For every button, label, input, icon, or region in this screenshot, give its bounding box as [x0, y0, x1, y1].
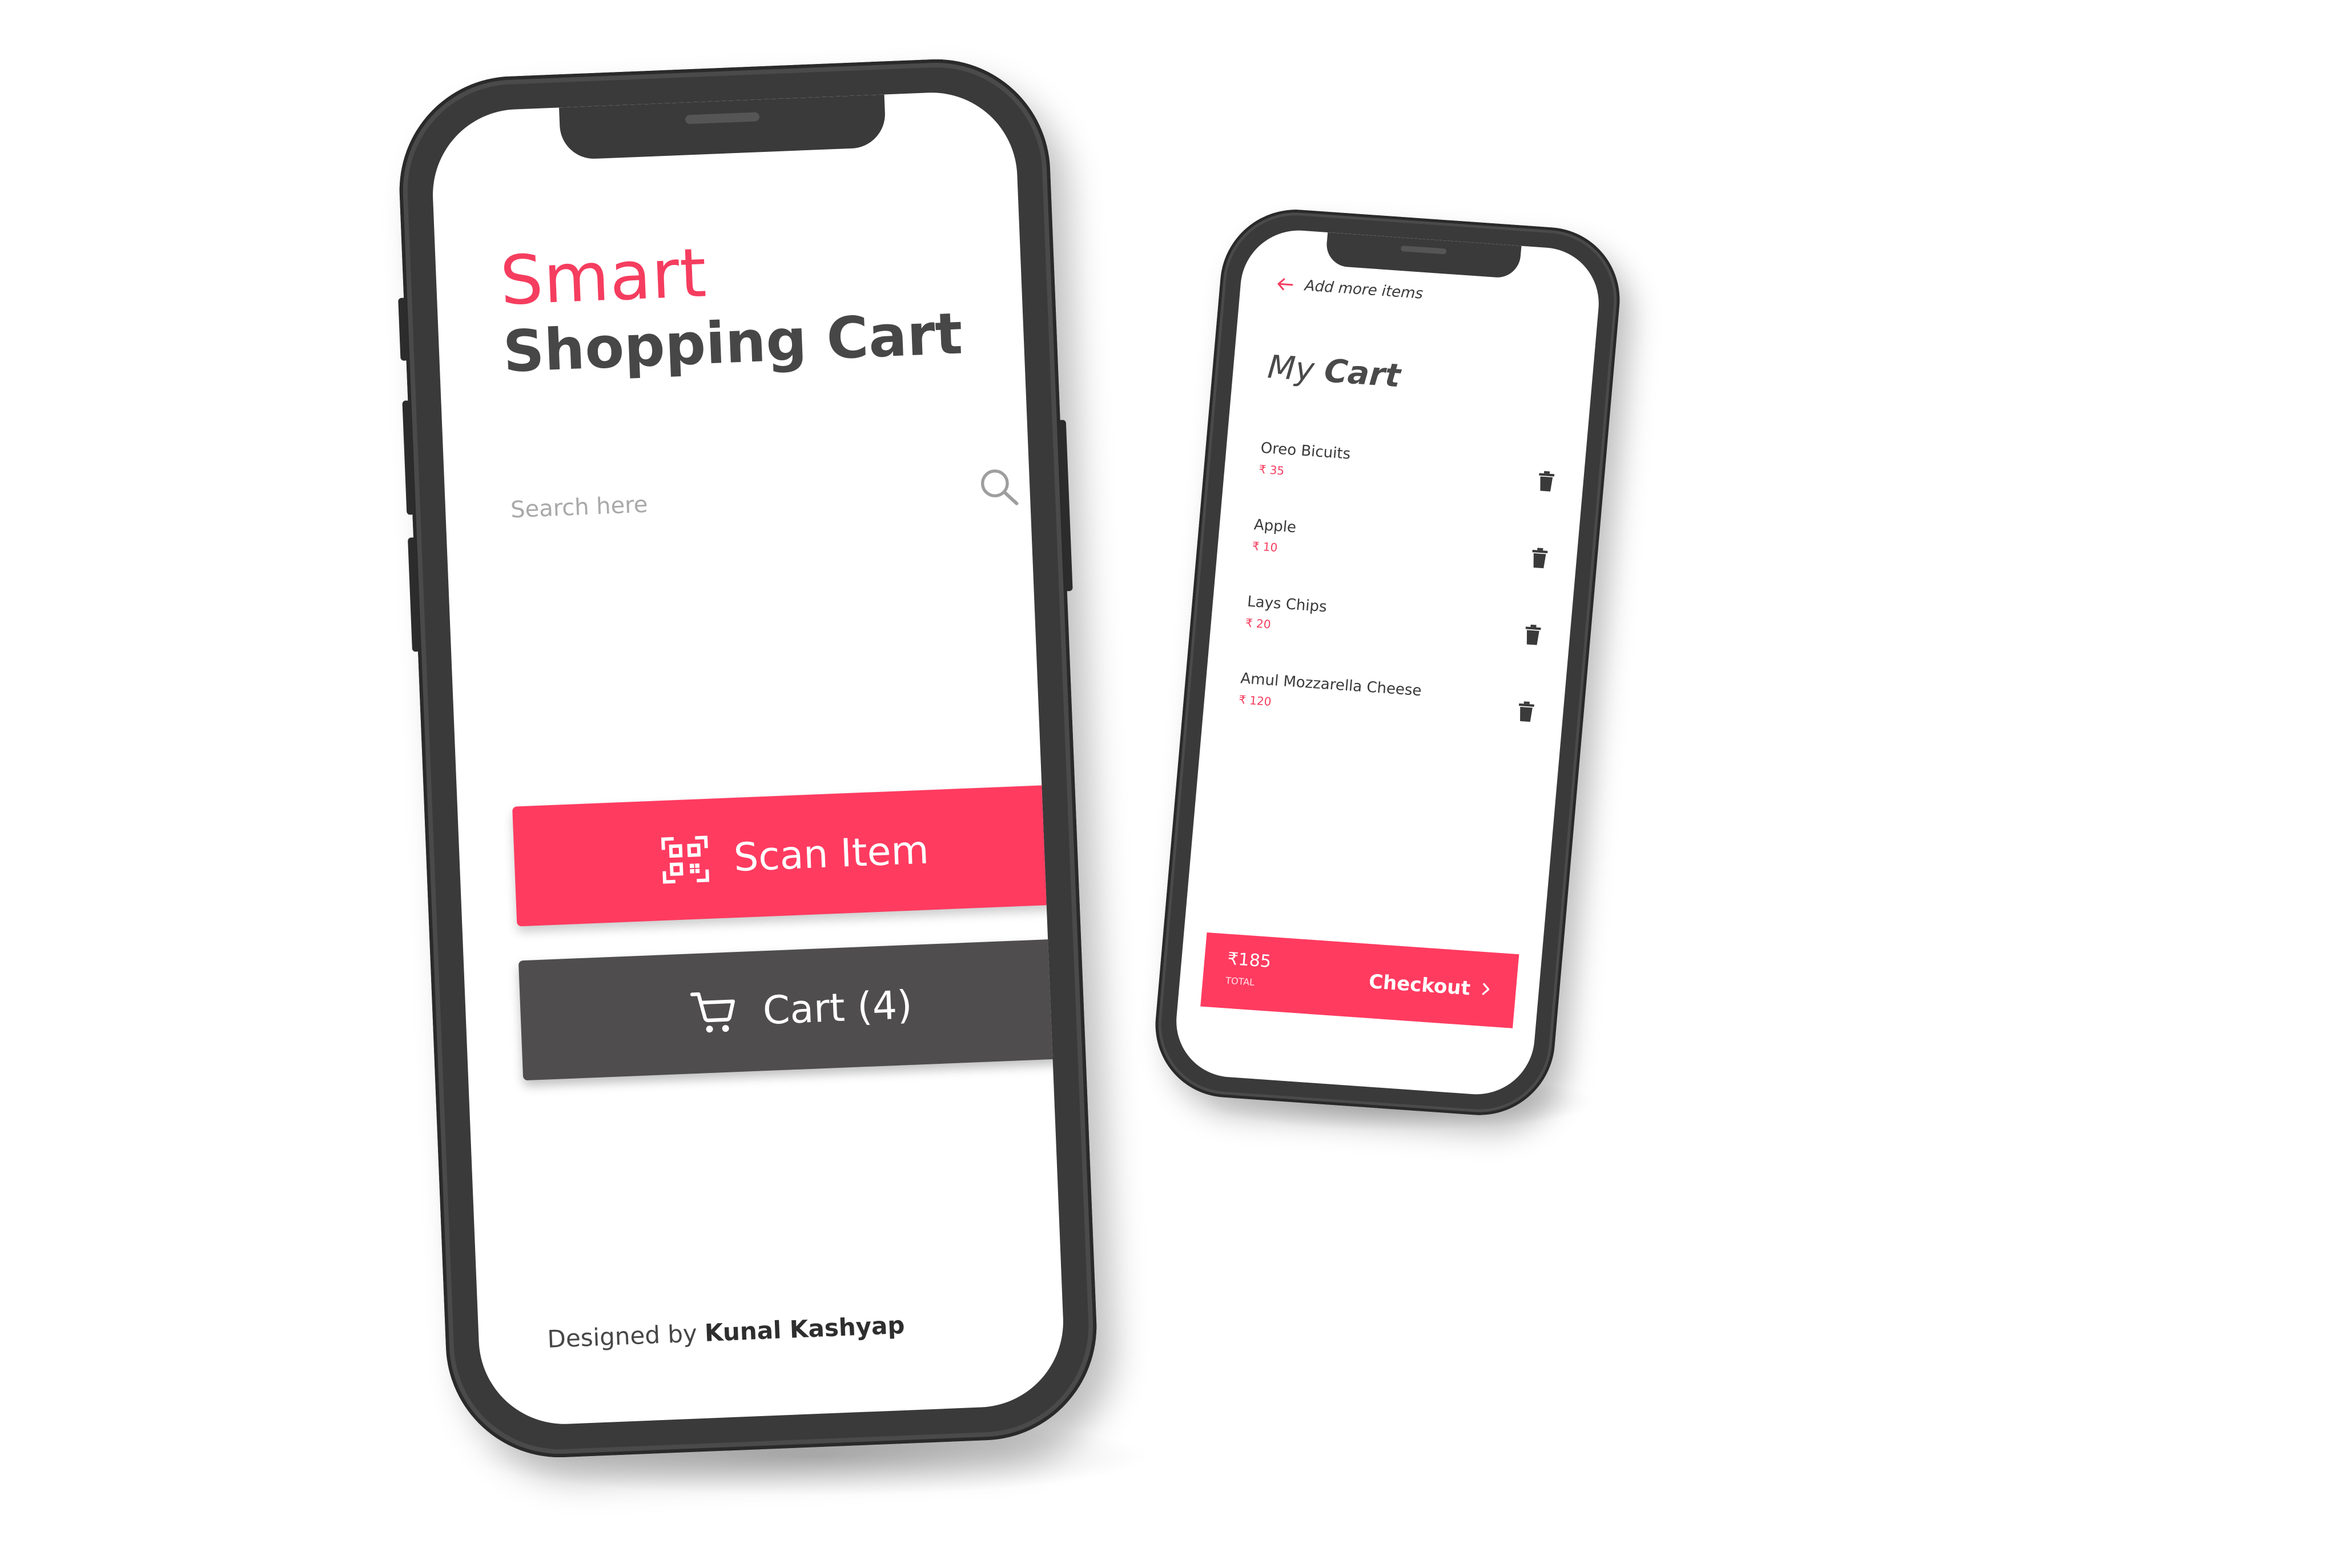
- trash-icon[interactable]: [1522, 623, 1543, 647]
- cart-title-main: Cart: [1322, 352, 1402, 395]
- cart-total-amount: ₹185: [1227, 948, 1272, 972]
- cart-item-name: Apple: [1253, 516, 1297, 537]
- credit-author: Kunal Kashyap: [704, 1310, 906, 1347]
- checkout-bar[interactable]: ₹185 TOTAL Checkout: [1200, 932, 1519, 1028]
- scan-item-button[interactable]: Scan Item: [512, 784, 1067, 927]
- phone-cart: Add more items My Cart Oreo Bicuits ₹ 35…: [1149, 204, 1626, 1120]
- cart-item-price: ₹ 10: [1251, 539, 1278, 555]
- phone-home: Smart Shopping Cart Search here Scan Ite…: [395, 55, 1101, 1462]
- app-title-smart: Smart: [498, 233, 709, 320]
- search-bar: [508, 443, 1024, 549]
- checkout-button-label: Checkout: [1368, 970, 1471, 1000]
- trash-icon[interactable]: [1535, 469, 1557, 493]
- mockup-stage: Smart Shopping Cart Search here Scan Ite…: [0, 0, 2348, 1568]
- cart-total-label: TOTAL: [1225, 975, 1255, 988]
- cart-title-prefix: My: [1266, 348, 1316, 389]
- phone-speaker: [1400, 245, 1447, 255]
- search-input[interactable]: [508, 469, 947, 534]
- phone-side-button: [1058, 420, 1073, 592]
- cart-item-name: Oreo Bicuits: [1260, 439, 1352, 463]
- phone-notch: [558, 94, 887, 160]
- cart-item: Lays Chips ₹ 20: [1243, 593, 1545, 671]
- phone-speaker: [685, 112, 760, 124]
- cart-item-price: ₹ 120: [1238, 693, 1272, 709]
- phone-notch: [1325, 232, 1522, 279]
- trash-icon[interactable]: [1529, 546, 1550, 570]
- phone-side-button: [402, 400, 415, 515]
- phone-side-button: [408, 537, 421, 652]
- cart-title: My Cart: [1266, 348, 1402, 395]
- qr-scan-icon: [661, 835, 710, 884]
- designer-credit: Designed by Kunal Kashyap: [547, 1311, 906, 1353]
- cart-label: Cart (4): [762, 982, 914, 1034]
- cart-item: Oreo Bicuits ₹ 35: [1256, 440, 1558, 517]
- cart-screen: Add more items My Cart Oreo Bicuits ₹ 35…: [1171, 226, 1604, 1099]
- back-label: Add more items: [1304, 277, 1424, 303]
- cart-item-name: Lays Chips: [1247, 593, 1328, 616]
- home-screen: Smart Shopping Cart Search here Scan Ite…: [429, 89, 1067, 1428]
- trash-icon[interactable]: [1515, 699, 1537, 723]
- shopping-cart-icon: [690, 992, 735, 1033]
- cart-item-price: ₹ 20: [1245, 616, 1272, 632]
- back-button[interactable]: Add more items: [1274, 274, 1424, 304]
- scan-item-label: Scan Item: [733, 827, 930, 881]
- credit-prefix: Designed by: [546, 1319, 698, 1353]
- search-icon[interactable]: [975, 463, 1023, 510]
- cart-item-price: ₹ 35: [1258, 462, 1285, 478]
- cart-item: Apple ₹ 10: [1250, 516, 1551, 594]
- cart-button[interactable]: Cart (4): [518, 938, 1067, 1081]
- phone-side-button: [398, 297, 409, 361]
- arrow-left-icon: [1277, 278, 1293, 291]
- chevron-right-icon: [1482, 983, 1490, 995]
- cart-item: Amul Mozzarella Cheese ₹ 120: [1236, 670, 1538, 747]
